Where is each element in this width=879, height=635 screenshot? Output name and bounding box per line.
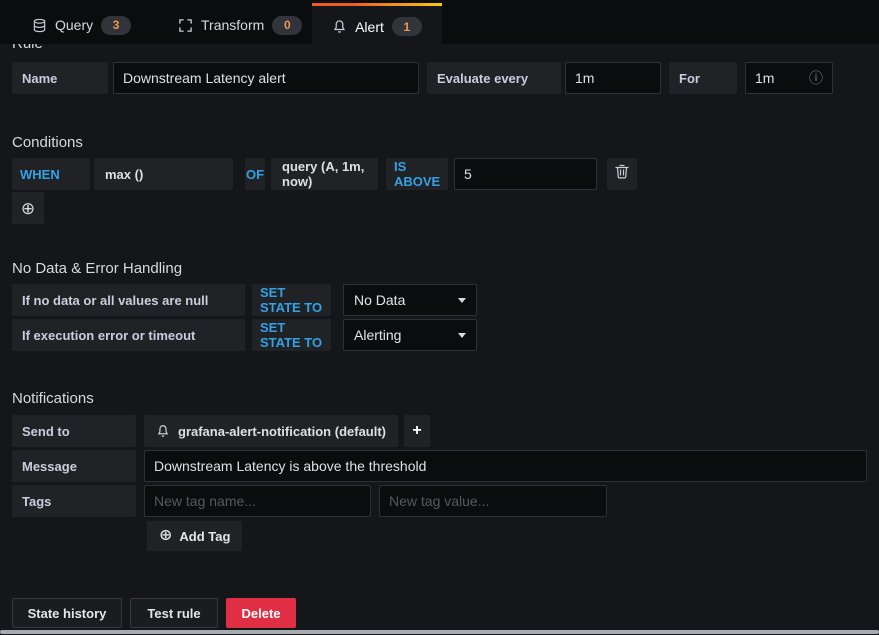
add-condition-button[interactable]: ⊕	[12, 192, 44, 224]
no-data-state-select[interactable]: No Data	[343, 284, 477, 316]
message-row: Message	[12, 450, 867, 482]
condition-operator-segment[interactable]: IS ABOVE	[386, 158, 448, 190]
state-history-button[interactable]: State history	[12, 598, 122, 628]
condition-row: WHEN max () OF query (A, 1m, now) IS ABO…	[12, 158, 637, 190]
condition-when-keyword: WHEN	[12, 158, 90, 190]
caret-down-icon	[458, 332, 466, 338]
plus-icon: +	[412, 422, 422, 439]
no-data-condition-label: If no data or all values are null	[12, 284, 245, 316]
for-input[interactable]: 1m ⓘ	[745, 62, 833, 94]
no-data-state-value: No Data	[354, 292, 406, 308]
add-channel-button[interactable]: +	[404, 415, 431, 447]
tags-row: Tags	[12, 485, 607, 517]
send-to-label: Send to	[12, 415, 136, 447]
notification-channel-name: grafana-alert-notification (default)	[178, 423, 387, 439]
tab-alert-label: Alert	[355, 18, 384, 35]
add-tag-label: Add Tag	[179, 528, 231, 544]
bell-icon	[156, 424, 170, 438]
trash-icon	[615, 164, 629, 184]
condition-query-segment[interactable]: query (A, 1m, now)	[271, 158, 378, 190]
execution-error-state-select[interactable]: Alerting	[343, 319, 477, 351]
notification-channel-tag[interactable]: grafana-alert-notification (default)	[144, 415, 399, 447]
bell-icon	[332, 19, 347, 34]
rule-row: Name Evaluate every For 1m ⓘ	[12, 62, 833, 94]
database-icon	[32, 18, 47, 33]
alert-editor-screen: Query 3 Transform 0 Alert 1 Name Downstr…	[0, 0, 879, 635]
execution-error-condition-label: If execution error or timeout	[12, 319, 245, 351]
tab-query-label: Query	[55, 17, 94, 33]
transform-icon	[178, 18, 193, 33]
evaluate-every-input[interactable]	[565, 62, 661, 94]
condition-threshold-input[interactable]	[454, 158, 597, 190]
notifications-section-heading: Notifications	[12, 390, 94, 407]
rule-section-heading: Rule	[12, 44, 43, 52]
add-tag-button[interactable]: ⊕ Add Tag	[147, 521, 243, 551]
tab-query[interactable]: Query 3	[22, 6, 141, 44]
execution-error-set-state-keyword: SET STATE TO	[252, 319, 331, 351]
evaluate-every-label: Evaluate every	[427, 62, 561, 94]
condition-delete-button[interactable]	[607, 158, 637, 190]
plus-circle-icon: ⊕	[20, 198, 36, 218]
plus-circle-icon: ⊕	[159, 527, 173, 544]
no-data-section-heading: No Data & Error Handling	[12, 260, 183, 277]
message-input[interactable]	[144, 450, 867, 482]
caret-down-icon	[458, 297, 466, 303]
delete-button[interactable]: Delete	[226, 598, 296, 628]
conditions-section-heading: Conditions	[12, 134, 83, 151]
condition-aggregation-segment[interactable]: max ()	[94, 158, 233, 190]
send-to-row: Send to grafana-alert-notification (defa…	[12, 415, 431, 447]
message-label: Message	[12, 450, 136, 482]
footer-button-row: State history Test rule Delete	[12, 598, 296, 628]
add-condition-row: ⊕	[12, 192, 44, 224]
execution-error-state-value: Alerting	[354, 327, 402, 343]
rule-name-input[interactable]	[113, 62, 419, 94]
tag-name-input[interactable]	[144, 485, 371, 517]
condition-of-keyword: OF	[245, 158, 265, 190]
tags-label: Tags	[12, 485, 136, 517]
execution-error-row: If execution error or timeout SET STATE …	[12, 319, 477, 351]
no-data-row: If no data or all values are null SET ST…	[12, 284, 477, 316]
tab-query-count-badge: 3	[101, 15, 132, 35]
for-value: 1m	[755, 70, 775, 86]
no-data-set-state-keyword: SET STATE TO	[252, 284, 331, 316]
info-circle-icon: ⓘ	[809, 70, 823, 86]
panel-editor-tab-bar: Query 3 Transform 0 Alert 1	[0, 0, 879, 47]
tab-transform[interactable]: Transform 0	[168, 6, 312, 44]
alert-tab-content: Rule Name Evaluate every For 1m ⓘ Condit…	[0, 44, 879, 635]
tab-transform-label: Transform	[201, 17, 265, 33]
tab-alert[interactable]: Alert 1	[312, 3, 442, 47]
rule-name-label: Name	[12, 62, 108, 94]
tag-value-input[interactable]	[379, 485, 607, 517]
horizontal-scrollbar[interactable]	[0, 630, 879, 634]
for-label: For	[669, 62, 737, 94]
test-rule-button[interactable]: Test rule	[130, 598, 218, 628]
tab-alert-count-badge: 1	[391, 17, 422, 36]
tab-transform-count-badge: 0	[272, 15, 303, 35]
